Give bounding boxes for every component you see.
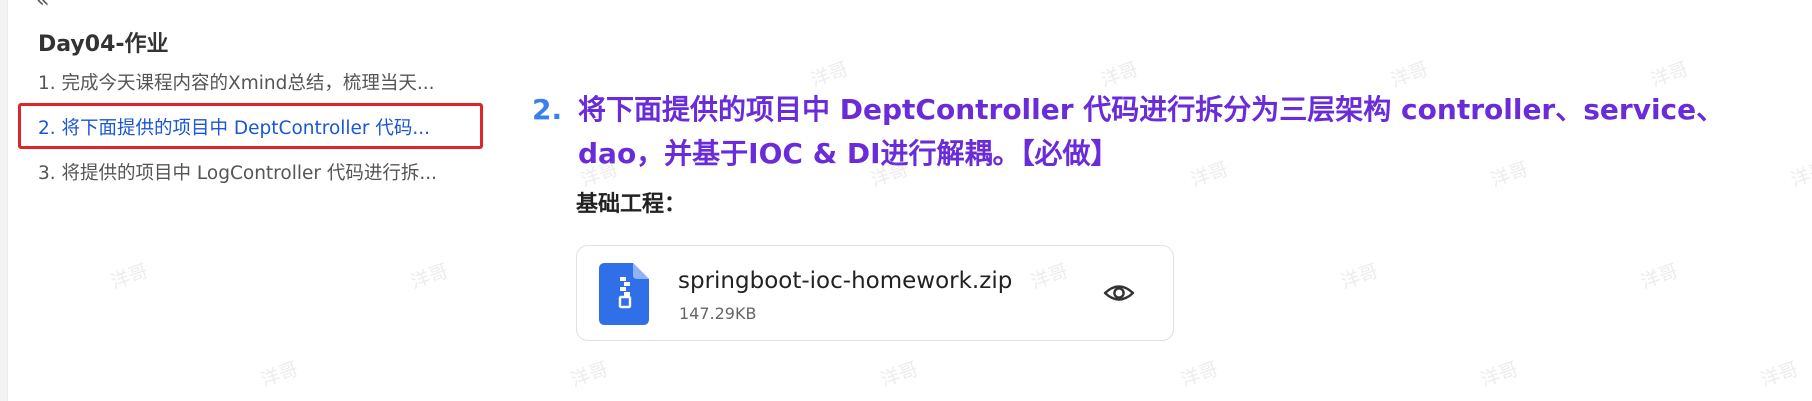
watermark: 洋哥: [1647, 58, 1692, 92]
watermark: 洋哥: [567, 358, 612, 392]
watermark: 洋哥: [1177, 358, 1222, 392]
heading-line-1: 将下面提供的项目中 DeptController 代码进行拆分为三层架构 con…: [578, 93, 1725, 126]
watermark: 洋哥: [1387, 58, 1432, 92]
watermark: 洋哥: [1637, 260, 1682, 294]
collapse-sidebar-icon[interactable]: ‹‹: [36, 0, 49, 13]
heading-line-2: dao，并基于IOC & DI进行解耦。【必做】: [578, 137, 1119, 170]
watermark: 洋哥: [1477, 358, 1522, 392]
active-item-highlight: [18, 103, 483, 149]
watermark: 洋哥: [107, 260, 152, 294]
attachment-file-size: 147.29KB: [679, 304, 757, 323]
heading-number: 2.: [532, 93, 563, 126]
watermark: 洋哥: [1757, 358, 1802, 392]
watermark: 洋哥: [257, 358, 302, 392]
eye-icon[interactable]: [1102, 276, 1136, 310]
document-viewer: ‹‹ Day04-作业 1. 完成今天课程内容的Xmind总结，梳理当天... …: [0, 0, 1812, 401]
zip-file-icon: [599, 263, 649, 325]
base-project-label: 基础工程：: [576, 192, 687, 217]
watermark: 洋哥: [1097, 58, 1142, 92]
watermark: 洋哥: [807, 58, 852, 92]
watermark: 洋哥: [1337, 260, 1382, 294]
attachment-file-name[interactable]: springboot-ioc-homework.zip: [678, 268, 1012, 294]
left-edge-bar: [0, 0, 8, 401]
outline-title: Day04-作业: [38, 32, 169, 57]
watermark: 洋哥: [877, 358, 922, 392]
watermark: 洋哥: [407, 260, 452, 294]
outline-item-3[interactable]: 3. 将提供的项目中 LogController 代码进行拆...: [38, 158, 478, 203]
task-heading: 2. 将下面提供的项目中 DeptController 代码进行拆分为三层架构 c…: [532, 88, 1778, 176]
attachment-card[interactable]: springboot-ioc-homework.zip 147.29KB: [576, 245, 1174, 341]
watermark: 洋哥: [1787, 158, 1812, 192]
